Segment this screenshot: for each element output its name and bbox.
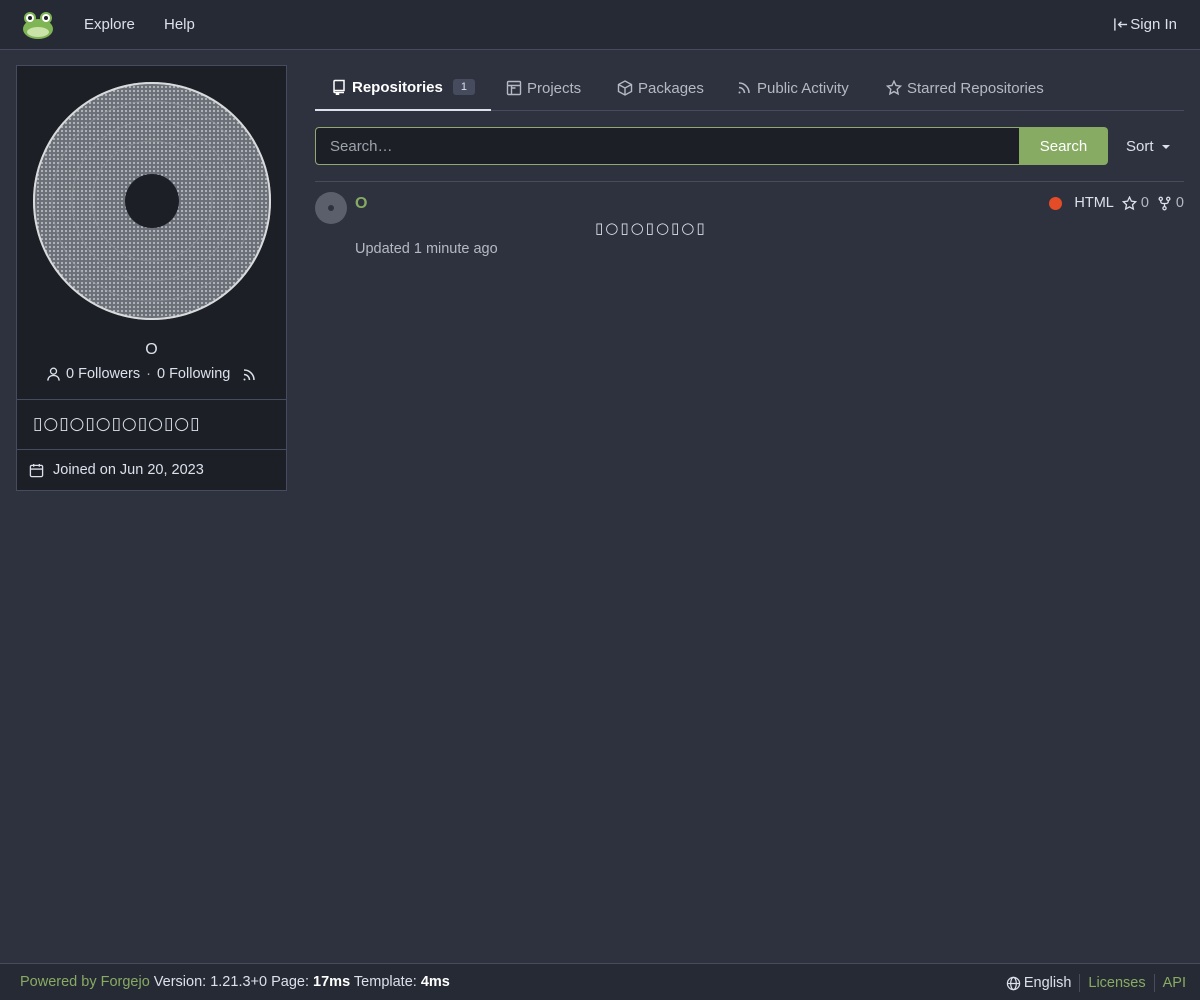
calendar-icon [29,463,44,477]
person-icon [47,367,60,381]
powered-by-link[interactable]: Powered by Forgejo [20,974,150,990]
avatar[interactable] [32,81,272,337]
tab-public-activity[interactable]: Public Activity [736,65,849,111]
followers-link[interactable]: 0 Followers [66,366,140,382]
joined-date: Joined on Jun 20, 2023 [29,462,204,478]
profile-tabs: Repositories 1 Projects Packages Public … [315,65,1184,111]
footer-info: Powered by Forgejo Version: 1.21.3+0 Pag… [20,974,450,990]
star-icon [1121,195,1137,210]
repo-name-link[interactable]: O [355,195,367,213]
sort-label: Sort [1126,138,1154,155]
tab-repositories[interactable]: Repositories 1 [315,65,491,111]
avatar-image [33,82,271,320]
repo-updated-time: Updated 1 minute ago [355,241,498,257]
repo-search-input[interactable] [315,127,1020,165]
list-divider [315,181,1184,182]
language-selector[interactable]: English [1006,975,1072,991]
repositories-count-badge: 1 [452,79,475,95]
following-link[interactable]: 0 Following [157,366,230,382]
package-icon [617,80,633,96]
footer-template-label: Template: [353,974,417,990]
nav-help-link[interactable]: Help [164,16,195,33]
top-navbar: Explore Help Sign In [0,0,1200,50]
language-label: English [1023,975,1072,991]
tab-public-activity-label: Public Activity [757,79,849,97]
follow-separator: · [146,366,151,382]
footer-links: English Licenses API [1006,974,1186,992]
fork-icon [1158,196,1171,210]
repo-icon [333,79,345,95]
footer-page-time: 17ms [313,974,351,990]
profile-card: O 0 Followers · 0 Following ▯○▯○▯○▯○▯○▯○… [16,65,287,491]
rss-feed-icon[interactable] [241,367,257,383]
card-divider [17,449,286,450]
footer-version: Version: 1.21.3+0 [153,974,268,990]
footer-template-time: 4ms [420,974,450,990]
repo-avatar[interactable] [315,192,347,224]
api-link[interactable]: API [1163,975,1186,991]
profile-name: O [145,341,158,358]
repo-forks-count: 0 [1175,195,1184,211]
repo-language: HTML [1074,195,1114,211]
sign-in-label: Sign In [1130,16,1177,33]
footer-separator [1153,974,1155,992]
repo-forks[interactable]: 0 [1157,195,1184,211]
sort-dropdown[interactable]: Sort [1126,138,1170,155]
repo-stars-count: 0 [1140,195,1149,211]
follow-stats: 0 Followers · 0 Following [46,366,230,382]
forgejo-frog-logo-icon[interactable] [22,10,54,40]
tab-starred-repositories[interactable]: Starred Repositories [886,65,1044,111]
nav-explore-link[interactable]: Explore [84,16,135,33]
footer-separator [1079,974,1081,992]
tab-projects[interactable]: Projects [506,65,581,111]
star-icon [886,80,902,96]
language-color-dot [1049,196,1063,210]
sign-in-button[interactable]: Sign In [1113,16,1177,33]
rss-icon [738,82,750,94]
tab-starred-repositories-label: Starred Repositories [907,79,1044,97]
joined-label: Joined on Jun 20, 2023 [53,462,204,478]
footer-page-label: Page: [271,974,310,990]
sign-in-icon [1114,18,1128,31]
repo-meta: HTML 0 0 [1049,195,1184,211]
globe-icon [1006,976,1021,990]
card-divider [17,399,286,400]
tab-packages[interactable]: Packages [617,65,704,111]
repo-stars[interactable]: 0 [1121,195,1149,211]
page-footer: Powered by Forgejo Version: 1.21.3+0 Pag… [0,963,1200,1000]
caret-down-icon [1161,144,1170,149]
repo-description: ▯○▯○▯○▯○▯ [595,219,707,237]
project-board-icon [506,80,522,96]
tab-repositories-label: Repositories [352,78,443,96]
licenses-link[interactable]: Licenses [1088,975,1145,991]
search-button[interactable]: Search [1019,127,1108,165]
tab-projects-label: Projects [527,79,582,97]
tab-packages-label: Packages [638,79,704,97]
profile-bio: ▯○▯○▯○▯○▯○▯○▯ [33,414,201,434]
